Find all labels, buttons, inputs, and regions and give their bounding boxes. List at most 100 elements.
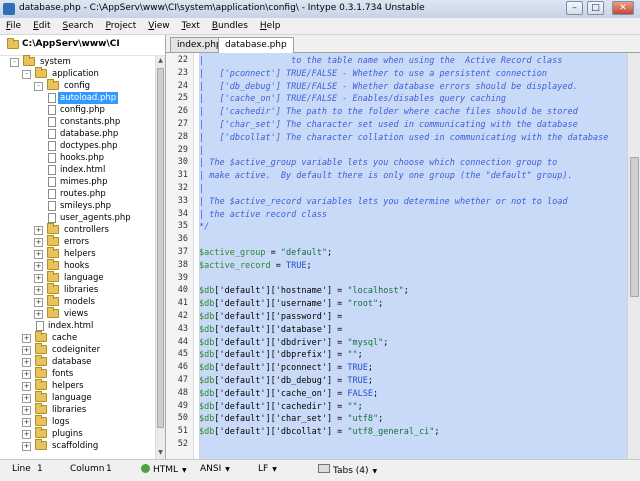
tree-folder[interactable]: + models [0,295,155,308]
expand-icon[interactable]: + [22,394,31,403]
expand-icon[interactable]: + [34,250,43,259]
expand-icon[interactable]: + [22,418,31,427]
tab-database-php[interactable]: database.php [218,37,294,53]
tabs-selector[interactable]: Tabs (4) ▼ [318,464,377,476]
line-number: 28 [177,131,188,142]
expand-icon[interactable]: + [34,310,43,319]
tree-folder[interactable]: + fonts [0,367,155,380]
line-number: 46 [177,362,188,373]
line-ending-selector[interactable]: LF ▼ [258,464,277,474]
tree-item-label: user_agents.php [60,213,131,223]
code-line: | The $active_group variable lets you ch… [199,158,558,169]
encoding-selector[interactable]: ANSI ▼ [200,464,230,474]
tree-file[interactable]: index.html [0,164,155,176]
tree-folder[interactable]: + libraries [0,283,155,296]
tree-file[interactable]: index.html [0,320,155,332]
folder-icon [23,55,35,66]
tree-folder[interactable]: + views [0,307,155,320]
tree-file[interactable]: mimes.php [0,176,155,188]
tree-folder[interactable]: + controllers [0,223,155,236]
expand-icon[interactable]: + [22,430,31,439]
app-icon [3,3,15,15]
menu-file[interactable]: File [0,18,27,32]
tree-file[interactable]: config.php [0,104,155,116]
menu-edit[interactable]: Edit [27,18,56,32]
tree-folder[interactable]: + cache [0,331,155,344]
expand-icon[interactable]: + [34,238,43,247]
tree-folder[interactable]: - system [0,55,155,68]
tree-file[interactable]: hooks.php [0,152,155,164]
editor-scroll-thumb[interactable] [630,157,639,297]
tree-file[interactable]: smileys.php [0,200,155,212]
collapse-icon[interactable]: - [10,58,19,67]
maximize-button[interactable]: □ [587,1,604,15]
tree-folder[interactable]: + codeigniter [0,343,155,356]
expand-icon[interactable]: + [34,298,43,307]
tree-folder[interactable]: - config [0,79,155,92]
expand-icon[interactable]: + [34,286,43,295]
collapse-icon[interactable]: - [22,70,31,79]
menu-search[interactable]: Search [57,18,100,32]
folder-icon [47,259,59,270]
expand-icon[interactable]: + [22,382,31,391]
tree-folder[interactable]: + hooks [0,259,155,272]
code-text[interactable]: | to the table name when using the Activ… [199,53,627,459]
code-line: $db['default']['cache_on'] = FALSE; [199,388,378,401]
code-token: FALSE [347,388,374,399]
expand-icon[interactable]: + [22,334,31,343]
tree-file[interactable]: constants.php [0,116,155,128]
scroll-down-icon[interactable]: ▼ [157,449,164,457]
tree-folder[interactable]: + logs [0,415,155,428]
sidebar-scrollbar[interactable]: ▲ ▼ [155,56,165,459]
code-editor[interactable]: 22 23 24 25 26 27 28 29 30 31 32 33 34 35 36 37 38 39 40 41… [166,53,640,459]
folder-icon [35,343,47,354]
menu-bundles[interactable]: Bundles [206,18,254,32]
expand-icon[interactable]: + [22,370,31,379]
menu-view[interactable]: View [142,18,175,32]
menu-help[interactable]: Help [254,18,287,32]
menu-project[interactable]: Project [99,18,142,32]
expand-icon[interactable]: + [34,274,43,283]
tree-item-label: database [52,357,92,367]
tree-file[interactable]: doctypes.php [0,140,155,152]
keyboard-icon [318,464,330,473]
project-root[interactable]: C:\AppServ\www\CI [0,35,165,56]
expand-icon[interactable]: + [34,226,43,235]
line-number: 43 [177,323,188,334]
tree-file[interactable]: database.php [0,128,155,140]
language-selector[interactable]: HTML ▼ [141,464,187,475]
tree-file[interactable]: user_agents.php [0,212,155,224]
tree-file[interactable]: routes.php [0,188,155,200]
minimize-button[interactable]: – [566,1,583,15]
tree-folder[interactable]: + database [0,355,155,368]
scroll-up-icon[interactable]: ▲ [157,57,164,65]
tree-folder[interactable]: + scaffolding [0,439,155,452]
tree-folder[interactable]: + errors [0,235,155,248]
tree-folder[interactable]: + helpers [0,247,155,260]
menu-text[interactable]: Text [176,18,206,32]
close-button[interactable]: ✕ [612,1,634,15]
tree-folder[interactable]: - application [0,67,155,80]
line-value: 1 [37,464,43,474]
expand-icon[interactable]: + [34,262,43,271]
code-token: $db [199,414,215,425]
tree-folder[interactable]: + libraries [0,403,155,416]
line-number: 29 [177,144,188,155]
tree-file[interactable]: autoload.php [0,92,155,104]
collapse-icon[interactable]: - [34,82,43,91]
tree-folder[interactable]: + plugins [0,427,155,440]
tree-folder[interactable]: + language [0,391,155,404]
tree-folder[interactable]: + helpers [0,379,155,392]
sidebar-scroll-thumb[interactable] [157,68,164,428]
expand-icon[interactable]: + [22,406,31,415]
editor-scrollbar[interactable] [627,53,640,459]
tree-item-label: mimes.php [60,177,108,187]
expand-icon[interactable]: + [22,358,31,367]
tree-folder[interactable]: + language [0,271,155,284]
expand-icon[interactable]: + [22,442,31,451]
code-token: TRUE [286,260,307,271]
code-line: | ['pconnect'] TRUE/FALSE - Whether to u… [199,68,547,79]
folder-icon [47,247,59,258]
expand-icon[interactable]: + [22,346,31,355]
folder-icon [35,403,47,414]
